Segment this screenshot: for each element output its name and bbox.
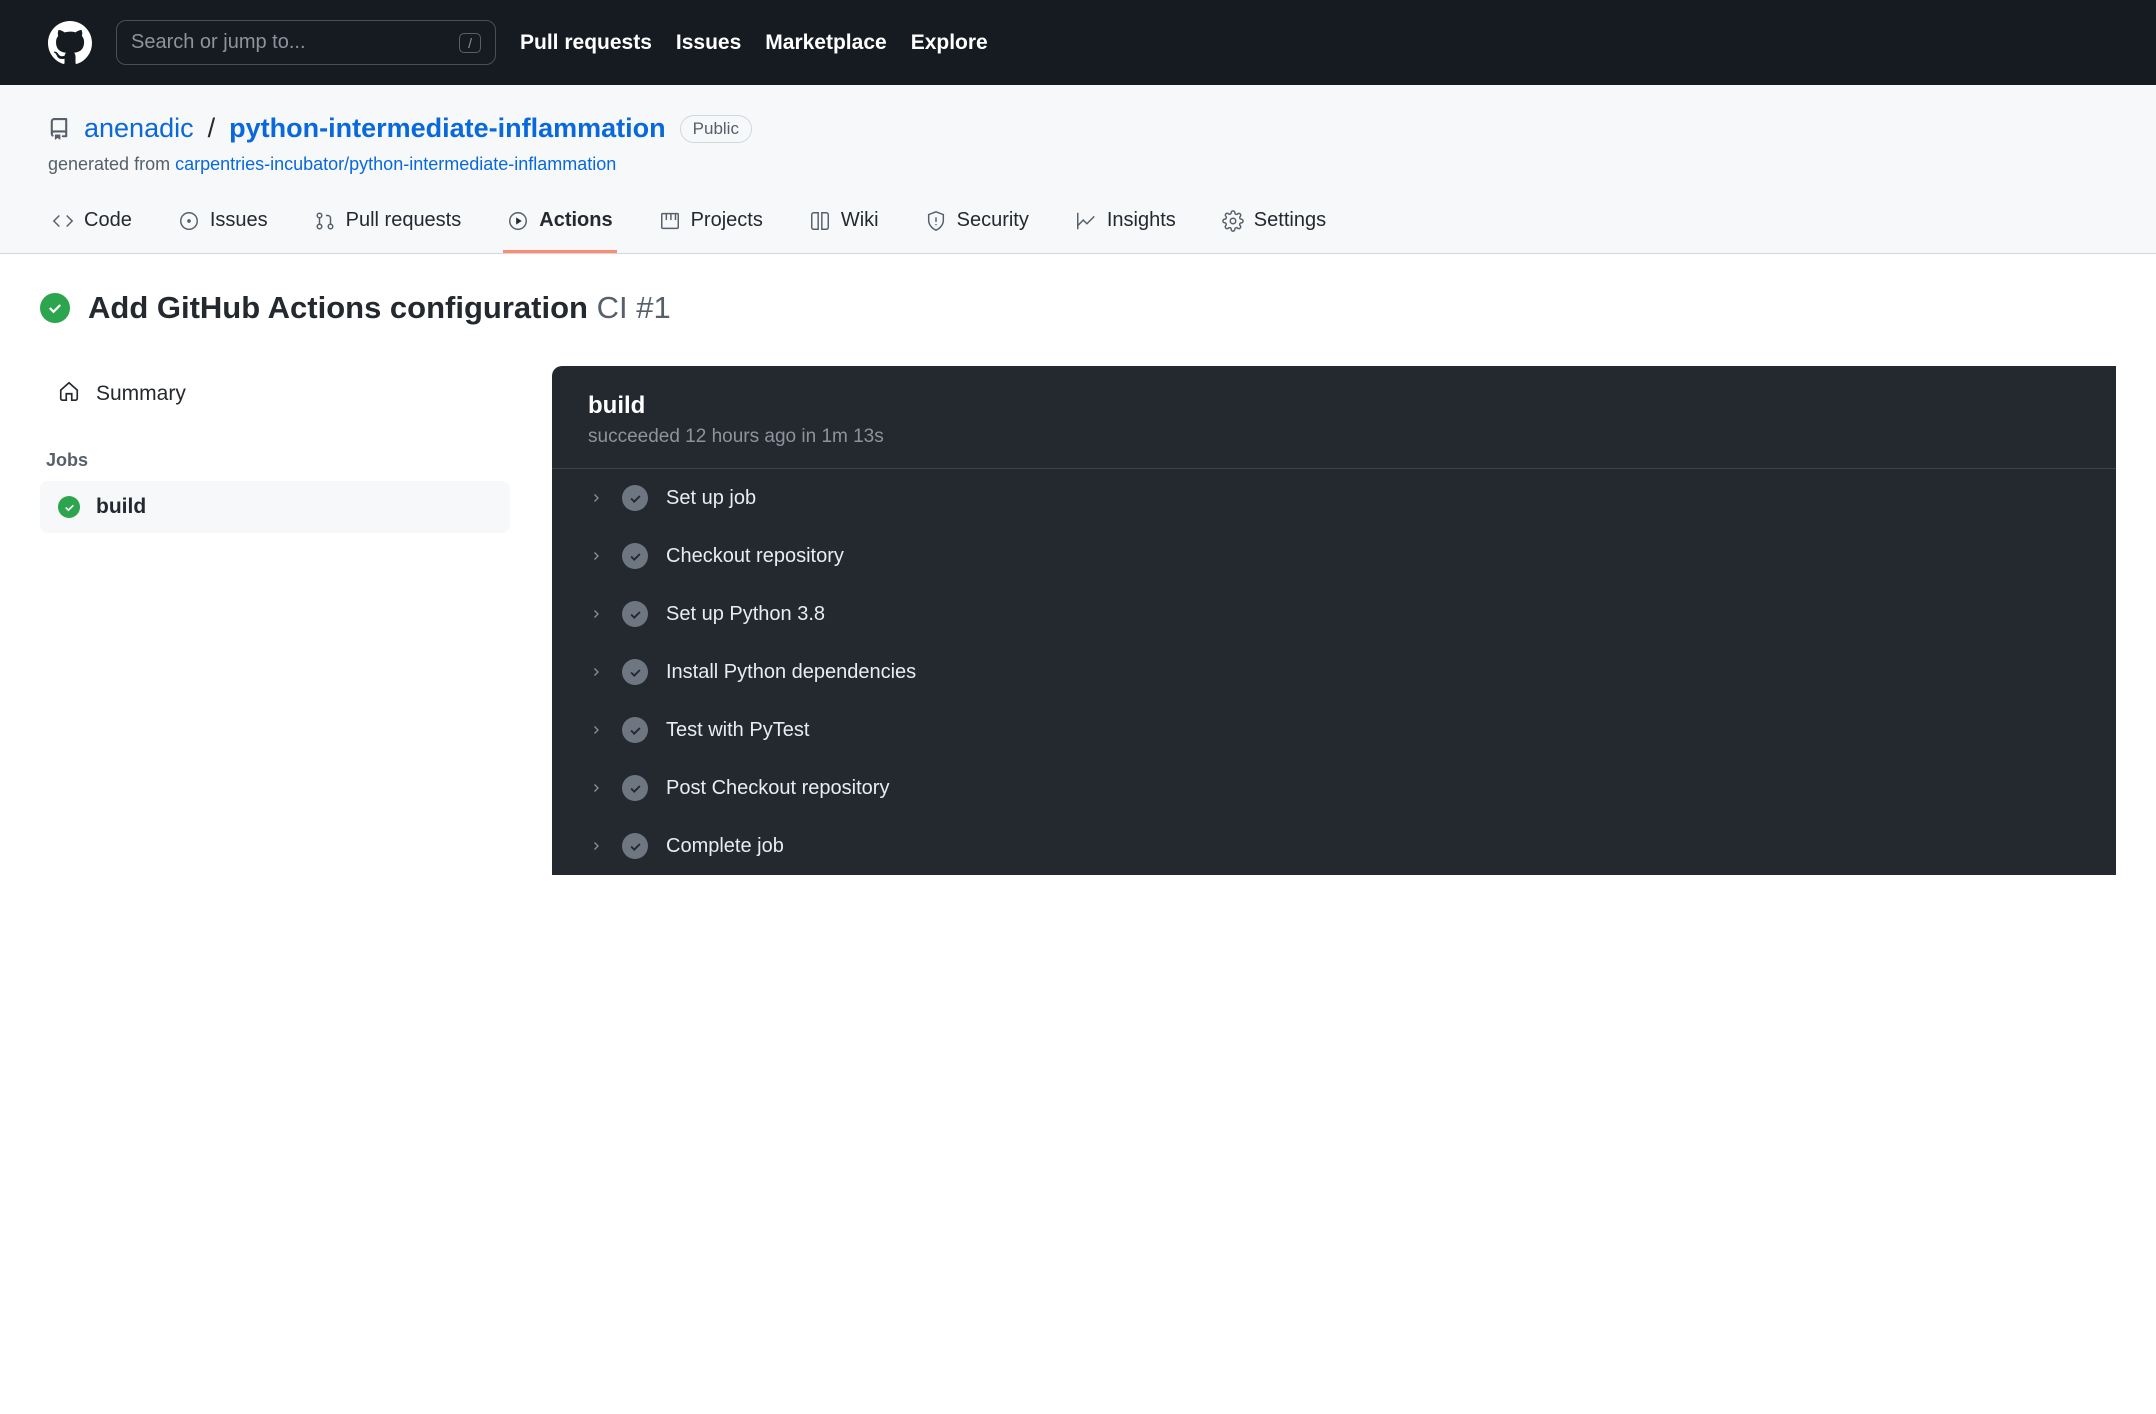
nav-explore[interactable]: Explore: [911, 31, 988, 55]
log-panel-header: build succeeded 12 hours ago in 1m 13s: [552, 366, 2116, 469]
log-step[interactable]: Install Python dependencies: [552, 643, 2116, 701]
check-circle-icon: [622, 601, 648, 627]
check-circle-icon: [622, 543, 648, 569]
tab-label: Code: [84, 209, 132, 232]
check-circle-icon: [40, 293, 70, 323]
log-panel: build succeeded 12 hours ago in 1m 13s S…: [552, 366, 2116, 875]
step-label: Test with PyTest: [666, 719, 809, 742]
chevron-right-icon: [588, 666, 604, 678]
run-workflow-number: CI #1: [597, 290, 671, 325]
run-title: Add GitHub Actions configuration CI #1: [40, 290, 2116, 326]
tab-label: Actions: [539, 209, 612, 232]
step-label: Set up job: [666, 487, 756, 510]
sidebar-item-summary[interactable]: Summary: [40, 366, 510, 422]
sidebar-section-jobs: Jobs: [46, 450, 510, 471]
log-step[interactable]: Complete job: [552, 817, 2116, 875]
check-circle-icon: [622, 659, 648, 685]
repo-icon: [48, 118, 70, 140]
step-label: Post Checkout repository: [666, 777, 889, 800]
log-step[interactable]: Post Checkout repository: [552, 759, 2116, 817]
tab-label: Issues: [210, 209, 268, 232]
home-icon: [58, 380, 80, 408]
log-step[interactable]: Checkout repository: [552, 527, 2116, 585]
tab-wiki[interactable]: Wiki: [805, 209, 883, 253]
tab-projects[interactable]: Projects: [655, 209, 767, 253]
log-step[interactable]: Test with PyTest: [552, 701, 2116, 759]
check-circle-icon: [622, 485, 648, 511]
sidebar-item-label: Summary: [96, 382, 186, 406]
tab-actions[interactable]: Actions: [503, 209, 616, 253]
step-label: Install Python dependencies: [666, 661, 916, 684]
log-step[interactable]: Set up job: [552, 469, 2116, 527]
tab-insights[interactable]: Insights: [1071, 209, 1180, 253]
chevron-right-icon: [588, 608, 604, 620]
check-circle-icon: [58, 496, 80, 518]
tab-security[interactable]: Security: [921, 209, 1033, 253]
step-label: Complete job: [666, 835, 784, 858]
nav-marketplace[interactable]: Marketplace: [765, 31, 886, 55]
job-status-line: succeeded 12 hours ago in 1m 13s: [588, 426, 2080, 448]
tab-label: Projects: [691, 209, 763, 232]
slash-key-hint: /: [459, 33, 481, 53]
chevron-right-icon: [588, 724, 604, 736]
tab-settings[interactable]: Settings: [1218, 209, 1330, 253]
sidebar-item-label: build: [96, 495, 146, 519]
chevron-right-icon: [588, 550, 604, 562]
top-navbar: Search or jump to... / Pull requests Iss…: [0, 0, 2156, 85]
nav-pull-requests[interactable]: Pull requests: [520, 31, 652, 55]
repo-title: anenadic / python-intermediate-inflammat…: [48, 113, 2108, 144]
tab-code[interactable]: Code: [48, 209, 136, 253]
run-title-text: Add GitHub Actions configuration: [88, 290, 588, 325]
nav-issues[interactable]: Issues: [676, 31, 741, 55]
generated-prefix: generated from: [48, 154, 175, 174]
chevron-right-icon: [588, 782, 604, 794]
tab-issues[interactable]: Issues: [174, 209, 272, 253]
search-placeholder: Search or jump to...: [131, 31, 306, 54]
tab-label: Wiki: [841, 209, 879, 232]
repo-owner-link[interactable]: anenadic: [84, 113, 194, 144]
chevron-right-icon: [588, 840, 604, 852]
sidebar-job-build[interactable]: build: [40, 481, 510, 533]
generated-from: generated from carpentries-incubator/pyt…: [48, 154, 2108, 175]
step-label: Set up Python 3.8: [666, 603, 825, 626]
repo-tabs: Code Issues Pull requests Actions Projec…: [48, 209, 2108, 253]
tab-label: Settings: [1254, 209, 1326, 232]
tab-pull-requests[interactable]: Pull requests: [310, 209, 466, 253]
check-circle-icon: [622, 775, 648, 801]
tab-label: Insights: [1107, 209, 1176, 232]
page-body: Add GitHub Actions configuration CI #1 S…: [0, 254, 2156, 911]
tab-label: Security: [957, 209, 1029, 232]
template-repo-link[interactable]: carpentries-incubator/python-intermediat…: [175, 154, 616, 174]
search-input[interactable]: Search or jump to... /: [116, 20, 496, 65]
tab-label: Pull requests: [346, 209, 462, 232]
github-logo[interactable]: [48, 21, 92, 65]
repo-header: anenadic / python-intermediate-inflammat…: [0, 85, 2156, 254]
visibility-badge: Public: [680, 115, 752, 143]
job-name: build: [588, 392, 2080, 420]
check-circle-icon: [622, 717, 648, 743]
repo-slash: /: [208, 113, 216, 144]
check-circle-icon: [622, 833, 648, 859]
repo-name-link[interactable]: python-intermediate-inflammation: [229, 113, 666, 144]
step-label: Checkout repository: [666, 545, 844, 568]
log-step[interactable]: Set up Python 3.8: [552, 585, 2116, 643]
jobs-sidebar: Summary Jobs build: [40, 366, 510, 533]
chevron-right-icon: [588, 492, 604, 504]
